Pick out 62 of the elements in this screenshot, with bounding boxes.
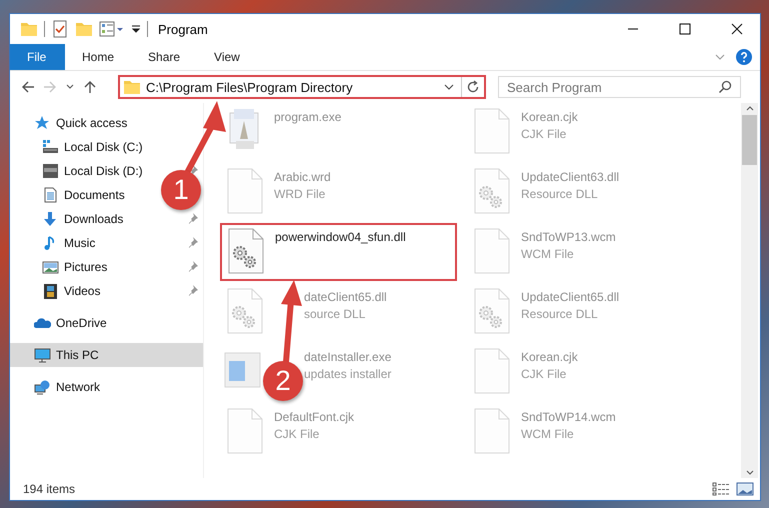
nav-item[interactable]: Documents bbox=[42, 183, 125, 207]
pin-icon[interactable] bbox=[189, 260, 201, 274]
nav-item[interactable]: Quick access bbox=[34, 111, 128, 135]
network-icon bbox=[34, 379, 51, 395]
nav-item[interactable]: Downloads bbox=[42, 207, 124, 231]
ribbon-tab[interactable]: Share bbox=[131, 44, 198, 70]
nav-item[interactable]: Music bbox=[42, 231, 96, 255]
address-path: C:\Program Files\Program Directory bbox=[146, 80, 354, 94]
back-arrow-icon[interactable] bbox=[21, 80, 35, 94]
window-title: Program bbox=[158, 22, 208, 36]
documents-icon bbox=[42, 187, 59, 203]
maximize-icon bbox=[679, 23, 691, 35]
drive-c-icon bbox=[42, 139, 59, 155]
pin-icon[interactable] bbox=[189, 212, 201, 226]
file-type: CJK File bbox=[521, 127, 568, 141]
videos-icon bbox=[42, 283, 59, 299]
vertical-scrollbar[interactable] bbox=[741, 103, 758, 478]
up-arrow-icon[interactable] bbox=[83, 80, 97, 94]
forward-arrow-icon[interactable] bbox=[43, 80, 57, 94]
nav-item[interactable]: Network bbox=[34, 375, 100, 399]
refresh-icon[interactable] bbox=[466, 80, 480, 94]
file-name[interactable]: powerwindow04_sfun.dll bbox=[275, 230, 406, 244]
star-icon bbox=[34, 115, 51, 131]
nav-item[interactable]: Local Disk (C:) bbox=[42, 135, 143, 159]
search-icon[interactable] bbox=[718, 80, 732, 94]
file-type: updates installer bbox=[304, 367, 392, 381]
folder-icon[interactable] bbox=[75, 20, 93, 38]
checkmark-document-icon[interactable] bbox=[51, 20, 69, 38]
file-type: Resource DLL bbox=[521, 187, 599, 201]
large-icons-view-icon[interactable] bbox=[736, 482, 754, 496]
properties-icon[interactable] bbox=[99, 20, 125, 38]
help-icon[interactable] bbox=[736, 49, 752, 65]
nav-item[interactable]: Videos bbox=[42, 279, 100, 303]
nav-item[interactable]: Local Disk (D:) bbox=[42, 159, 143, 183]
item-count: 194 items bbox=[23, 482, 76, 496]
ribbon-tab[interactable]: Home bbox=[65, 44, 132, 70]
file-type: source DLL bbox=[304, 307, 366, 321]
file-type: WCM File bbox=[521, 247, 575, 261]
folder-icon[interactable] bbox=[20, 20, 38, 38]
nav-item[interactable]: This PC bbox=[10, 343, 203, 367]
folder-icon bbox=[123, 78, 141, 96]
pictures-icon bbox=[42, 259, 59, 275]
search-field[interactable]: Search Program bbox=[498, 76, 741, 98]
search-placeholder: Search Program bbox=[507, 80, 603, 94]
file-type: WCM File bbox=[521, 427, 575, 441]
pc-icon bbox=[34, 347, 51, 363]
downloads-icon bbox=[42, 211, 59, 227]
pin-icon[interactable] bbox=[189, 284, 201, 298]
nav-item[interactable]: OneDrive bbox=[34, 311, 107, 335]
pin-icon[interactable] bbox=[189, 236, 201, 250]
file-type: CJK File bbox=[521, 367, 568, 381]
ribbon-tab[interactable]: View bbox=[197, 44, 257, 70]
drive-icon bbox=[42, 163, 59, 179]
file-type: CJK File bbox=[274, 427, 320, 441]
file-menu-button[interactable]: File bbox=[10, 44, 65, 70]
file-type: WRD File bbox=[274, 187, 326, 201]
close-icon bbox=[731, 23, 743, 35]
details-view-icon[interactable] bbox=[712, 482, 730, 496]
file-type: Resource DLL bbox=[521, 307, 599, 321]
address-bar[interactable]: C:\Program Files\Program Directory bbox=[118, 75, 486, 99]
scrollbar-thumb[interactable] bbox=[742, 115, 757, 165]
nav-item[interactable]: Pictures bbox=[42, 255, 108, 279]
